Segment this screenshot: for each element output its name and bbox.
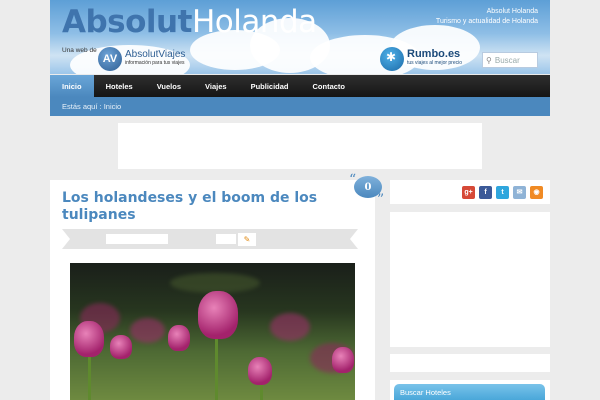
social-links: g+ f t ✉ ◉ (390, 180, 550, 204)
av-logo-name: AbsolutViajes (125, 49, 186, 60)
nav-item-viajes[interactable]: Viajes (193, 75, 239, 97)
header-banner: AbsolutHolanda Absolut Holanda Turismo y… (50, 0, 550, 74)
post-image[interactable] (70, 263, 355, 400)
nav-item-hoteles[interactable]: Hoteles (94, 75, 145, 97)
rumbo-sub: tus viajes al mejor precio (407, 60, 463, 66)
mail-icon[interactable]: ✉ (513, 185, 526, 199)
quote-close-mark: ” (377, 192, 385, 208)
edit-icon[interactable]: ✎ (238, 233, 256, 246)
post-meta-date (106, 234, 168, 244)
post-meta-author (216, 234, 236, 244)
nav-item-vuelos[interactable]: Vuelos (145, 75, 193, 97)
main-nav: Inicio Hoteles Vuelos Viajes Publicidad … (50, 75, 550, 97)
nav-item-inicio[interactable]: Inicio (50, 75, 94, 97)
rss-icon[interactable]: ◉ (530, 185, 543, 199)
facebook-icon[interactable]: f (479, 185, 492, 199)
search-box[interactable]: ⚲ (482, 52, 538, 68)
ad-banner[interactable] (118, 123, 482, 169)
site-name: Absolut Holanda (486, 8, 538, 15)
tab-buscar-hoteles[interactable]: Buscar Hoteles (394, 384, 545, 400)
search-input[interactable] (494, 55, 533, 65)
av-logo-icon: AV (98, 47, 122, 71)
nav-item-publicidad[interactable]: Publicidad (239, 75, 301, 97)
breadcrumb: Estás aquí : Inicio (50, 97, 550, 116)
site-tagline-block: Absolut Holanda Turismo y actualidad de … (436, 7, 538, 27)
sidebar-widget-ad[interactable] (390, 212, 550, 347)
rumbo-logo[interactable]: Rumbo.es tus viajes al mejor precio (380, 47, 462, 71)
site-title[interactable]: AbsolutHolanda (62, 4, 317, 40)
rumbo-name: Rumbo.es (407, 48, 461, 60)
site-title-part2: Holanda (191, 4, 317, 40)
absolutviajes-logo[interactable]: AV AbsolutViajes información para tus vi… (98, 47, 185, 71)
nav-item-contacto[interactable]: Contacto (301, 75, 358, 97)
av-logo-sub: información para tus viajes (125, 60, 185, 66)
rumbo-icon (380, 47, 404, 71)
post-title[interactable]: Los holandeses y el boom de los tulipane… (62, 190, 352, 224)
web-de-label: Una web de (62, 47, 97, 54)
site-title-part1: Absolut (62, 4, 192, 40)
sidebar-widget-empty (390, 354, 550, 372)
google-plus-icon[interactable]: g+ (462, 185, 475, 199)
search-icon: ⚲ (486, 55, 492, 65)
site-tagline: Turismo y actualidad de Holanda (435, 18, 538, 25)
twitter-icon[interactable]: t (496, 185, 509, 199)
